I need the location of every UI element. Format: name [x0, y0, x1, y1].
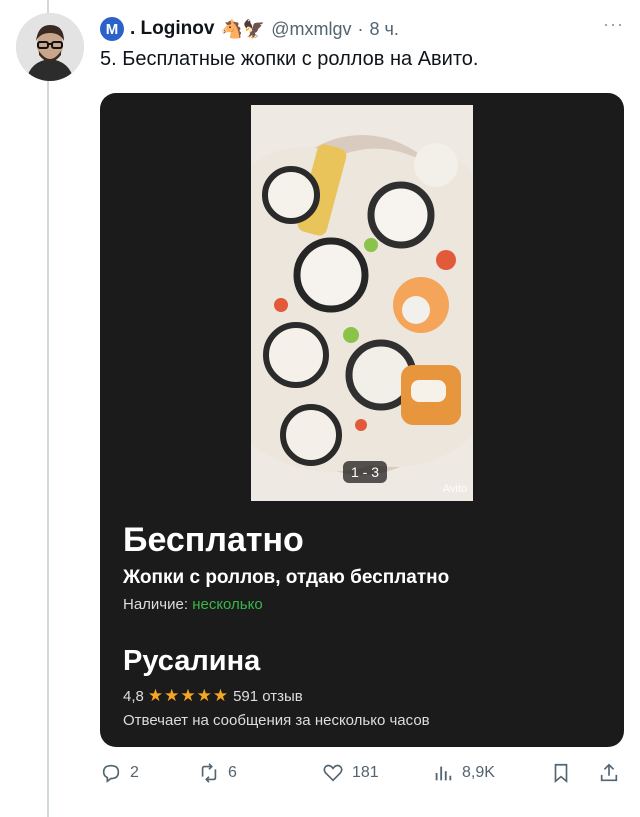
- more-options-icon[interactable]: ···: [603, 14, 624, 35]
- listing-title: Жопки с роллов, отдаю бесплатно: [123, 567, 450, 588]
- like-button[interactable]: 181: [322, 762, 379, 784]
- repost-count: 6: [228, 764, 237, 781]
- avatar-photo: [16, 13, 84, 81]
- tweet-text: 5. Бесплатные жопки с роллов на Авито.: [100, 48, 479, 70]
- avatar[interactable]: [16, 13, 84, 81]
- repost-button[interactable]: 6: [198, 762, 237, 784]
- listing-price: Бесплатно: [123, 521, 304, 559]
- avito-watermark: Avito: [442, 483, 467, 495]
- review-count: 591 отзыв: [233, 687, 303, 705]
- reply-icon: [102, 764, 120, 783]
- like-count: 181: [352, 764, 379, 781]
- action-bar: 2 6 181 8,9K: [100, 762, 624, 790]
- rating-value: 4,8: [123, 687, 144, 705]
- rating-row: 4,8 ★★★★★ 591 отзыв: [123, 686, 303, 706]
- timestamp[interactable]: 8 ч.: [370, 19, 399, 40]
- bookmark-button[interactable]: [550, 762, 572, 784]
- image-counter: 1 - 3: [343, 461, 388, 483]
- reply-button[interactable]: 2: [100, 762, 139, 784]
- author-handle[interactable]: @mxmlgv: [271, 19, 351, 40]
- availability-value: несколько: [192, 596, 263, 613]
- seller-name: Русалина: [123, 645, 261, 677]
- rating-stars-icon: ★★★★★: [147, 686, 230, 705]
- tweet-header: M . Loginov 🐴🦅 @mxmlgv · 8 ч.: [100, 14, 624, 44]
- share-icon: [600, 763, 618, 782]
- author-emoji: 🐴🦅: [220, 18, 266, 39]
- views-count: 8,9K: [462, 764, 495, 781]
- views-chart-icon: [435, 766, 452, 781]
- availability-line: Наличие: несколько: [123, 596, 263, 613]
- separator-dot: ·: [357, 18, 364, 39]
- heart-icon: [323, 764, 343, 782]
- reply-count: 2: [130, 764, 139, 781]
- share-button[interactable]: [598, 762, 620, 784]
- author-name[interactable]: . Loginov: [130, 18, 214, 40]
- sushi-photo-image: [251, 105, 473, 501]
- thread-line: [47, 0, 49, 817]
- media-card[interactable]: 1 - 3 Avito Бесплатно Жопки с роллов, от…: [100, 93, 624, 747]
- views-button[interactable]: 8,9K: [432, 762, 495, 784]
- author-badge-icon: M: [100, 17, 124, 41]
- response-time: Отвечает на сообщения за несколько часов: [123, 712, 430, 729]
- repost-icon: [201, 763, 217, 783]
- bookmark-icon: [554, 763, 568, 784]
- listing-photo[interactable]: 1 - 3 Avito: [251, 105, 473, 501]
- availability-label: Наличие:: [123, 596, 193, 613]
